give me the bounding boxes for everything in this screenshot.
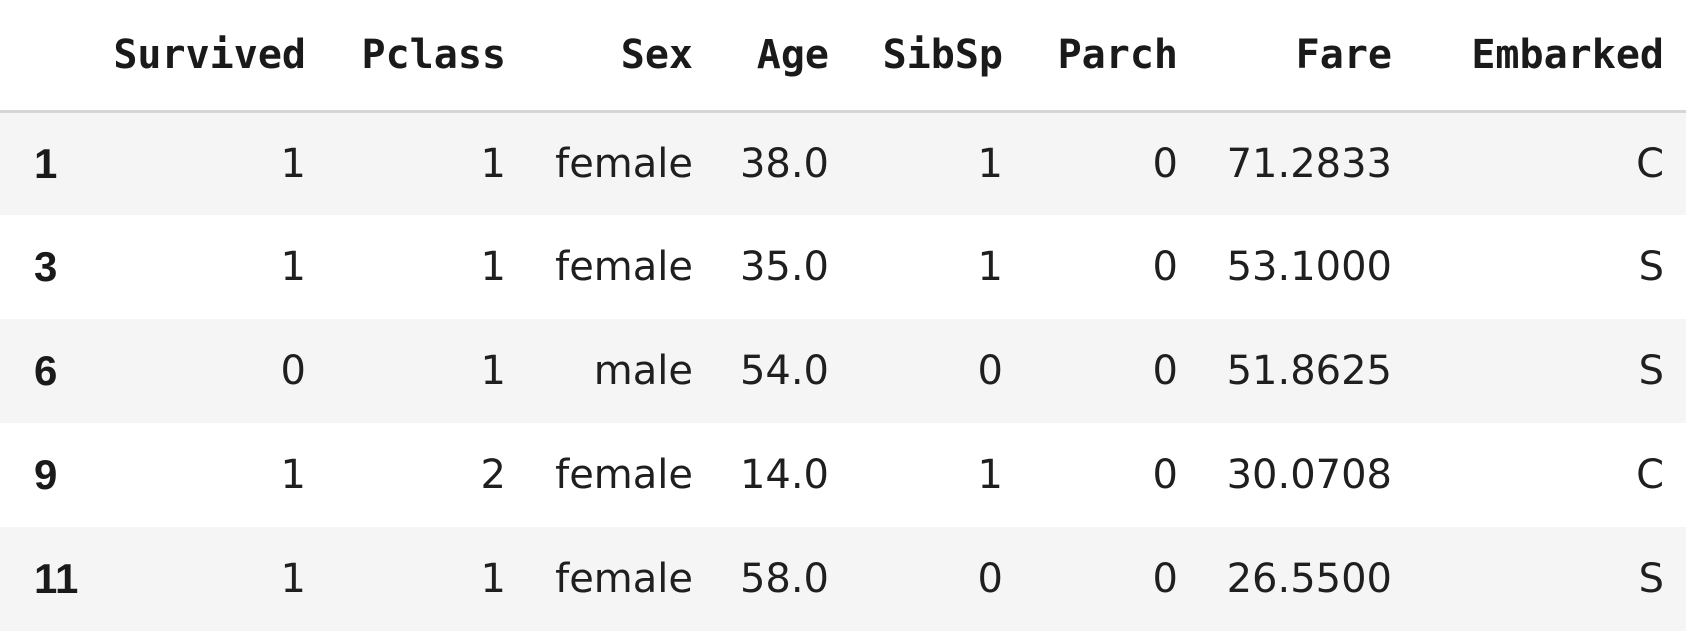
cell-pclass: 1	[480, 140, 506, 187]
cell-fare: 71.2833	[1226, 140, 1392, 187]
cell-survived: 1	[280, 452, 306, 498]
cell-parch: 0	[1152, 140, 1178, 187]
cell-embarked: C	[1636, 140, 1664, 187]
row-index: 11	[34, 555, 79, 602]
cell-survived: 1	[280, 556, 306, 602]
column-header-pclass: Pclass	[361, 31, 507, 78]
cell-parch: 0	[1152, 556, 1178, 602]
cell-pclass: 1	[480, 244, 506, 290]
row-index: 1	[34, 139, 58, 187]
cell-sibsp: 0	[977, 348, 1003, 394]
cell-survived: 1	[280, 244, 306, 290]
cell-sex: female	[555, 452, 693, 498]
cell-sibsp: 1	[977, 244, 1003, 290]
row-index: 6	[34, 347, 58, 394]
cell-age: 58.0	[739, 556, 829, 602]
header-row: Survived Pclass Sex Age SibSp Parch Fare…	[0, 0, 1686, 111]
column-header-survived: Survived	[113, 31, 306, 78]
column-header-fare: Fare	[1295, 31, 1392, 78]
column-header-sex: Sex	[620, 31, 693, 78]
cell-sibsp: 1	[977, 140, 1003, 187]
cell-fare: 30.0708	[1226, 452, 1392, 498]
column-header-embarked: Embarked	[1471, 31, 1664, 78]
row-index: 9	[34, 451, 58, 498]
cell-fare: 51.8625	[1226, 348, 1392, 394]
cell-sex: male	[593, 348, 693, 394]
table-row: 6 0 1 male 54.0 0 0 51.8625 S	[0, 319, 1686, 423]
cell-sex: female	[555, 556, 693, 602]
cell-parch: 0	[1152, 244, 1178, 290]
cell-survived: 0	[280, 348, 306, 394]
cell-embarked: C	[1636, 452, 1664, 498]
column-header-sibsp: SibSp	[882, 31, 1003, 78]
cell-pclass: 2	[480, 452, 506, 498]
row-index: 3	[34, 243, 58, 290]
cell-pclass: 1	[480, 348, 506, 394]
table-row: 3 1 1 female 35.0 1 0 53.1000 S	[0, 215, 1686, 319]
cell-embarked: S	[1638, 348, 1664, 394]
table-row: 9 1 2 female 14.0 1 0 30.0708 C	[0, 423, 1686, 527]
cell-pclass: 1	[480, 556, 506, 602]
cell-parch: 0	[1152, 452, 1178, 498]
cell-age: 35.0	[739, 244, 829, 290]
cell-survived: 1	[280, 140, 306, 187]
cell-fare: 26.5500	[1226, 556, 1392, 602]
table-row: 11 1 1 female 58.0 0 0 26.5500 S	[0, 527, 1686, 631]
cell-parch: 0	[1152, 348, 1178, 394]
cell-age: 54.0	[739, 348, 829, 394]
cell-sex: female	[555, 140, 693, 187]
cell-embarked: S	[1638, 556, 1664, 602]
table-row: 1 1 1 female 38.0 1 0 71.2833 C	[0, 111, 1686, 215]
dataframe-output: Survived Pclass Sex Age SibSp Parch Fare…	[0, 0, 1686, 631]
dataframe-table: Survived Pclass Sex Age SibSp Parch Fare…	[0, 0, 1686, 631]
cell-sex: female	[555, 244, 693, 290]
cell-fare: 53.1000	[1226, 244, 1392, 290]
cell-age: 14.0	[739, 452, 829, 498]
column-header-age: Age	[756, 31, 829, 78]
cell-age: 38.0	[739, 140, 829, 187]
index-header	[0, 0, 100, 111]
cell-embarked: S	[1638, 244, 1664, 290]
cell-sibsp: 1	[977, 452, 1003, 498]
cell-sibsp: 0	[977, 556, 1003, 602]
column-header-parch: Parch	[1057, 31, 1178, 78]
